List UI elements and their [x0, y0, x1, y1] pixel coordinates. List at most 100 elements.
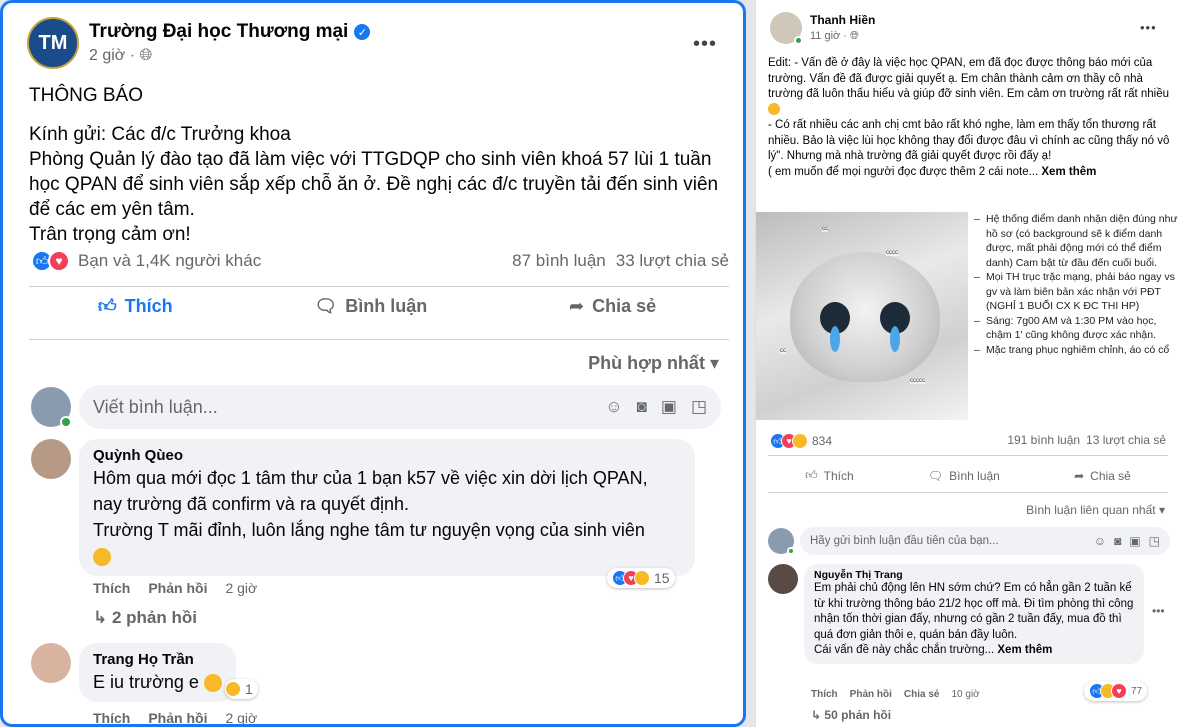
- user-avatar[interactable]: [31, 387, 72, 428]
- post-line-3: Trân trọng cảm ơn!: [29, 224, 191, 245]
- camera-icon[interactable]: ◙: [1114, 534, 1121, 548]
- comment-button[interactable]: 🗨︎ Bình luận: [314, 295, 427, 317]
- view-replies-button[interactable]: ↳ 2 phản hồi: [93, 608, 197, 628]
- comment-bubble: Quỳnh Qùeo Hôm qua mới đọc 1 tâm thư của…: [79, 439, 695, 576]
- post-time[interactable]: 11 giờ ·: [810, 30, 847, 42]
- share-button[interactable]: ➦ Chia sẻ: [1074, 468, 1131, 483]
- comment-text: Em phải chủ động lên HN sớm chứ? Em có h…: [814, 582, 1134, 641]
- commenter-avatar[interactable]: [768, 564, 798, 594]
- image-label: cc: [822, 226, 828, 232]
- divider: [29, 286, 729, 287]
- reaction-icons[interactable]: 👍︎ ♥: [770, 433, 808, 449]
- comment-item: Quỳnh Qùeo Hôm qua mới đọc 1 tâm thư của…: [31, 439, 695, 576]
- comment-text-line: nay trường đã confirm và ra quyết định.: [93, 494, 410, 514]
- commenter-avatar[interactable]: [31, 439, 71, 479]
- note-item: Mọi TH trục trặc mạng, phải báo ngay vs …: [970, 270, 1182, 314]
- gif-icon[interactable]: ▣: [1129, 534, 1140, 548]
- comments-count[interactable]: 87 bình luận: [512, 251, 606, 271]
- like-label: Thích: [124, 295, 173, 316]
- comment-actions: Thích Phản hồi Chia sẻ 10 giờ: [811, 689, 980, 700]
- comment-time[interactable]: 10 giờ: [951, 689, 979, 700]
- comment-reactions[interactable]: 1: [225, 679, 258, 699]
- sad-cat-image[interactable]: cccc cc cc ccccc: [756, 212, 968, 420]
- comment-author[interactable]: Quỳnh Qùeo: [93, 447, 681, 464]
- online-status-dot: [787, 547, 795, 555]
- reaction-icons[interactable]: 👍︎ ♥: [31, 250, 70, 272]
- haha-reaction-icon: [225, 681, 241, 697]
- page-avatar[interactable]: TM: [27, 17, 79, 69]
- like-button[interactable]: 👍︎ Thích: [98, 295, 173, 317]
- comment-reactions[interactable]: 👍︎ ♥ 77: [1084, 681, 1148, 701]
- comments-count[interactable]: 191 bình luận: [1007, 433, 1080, 449]
- shares-count[interactable]: 13 lượt chia sẻ: [1086, 433, 1166, 449]
- like-label: Thích: [823, 468, 854, 483]
- comment-sort-dropdown[interactable]: Bình luận liên quan nhất ▾: [1026, 503, 1165, 517]
- comment-like-link[interactable]: Thích: [93, 580, 130, 596]
- comment-author[interactable]: Trang Họ Trần: [93, 651, 222, 668]
- comment-bubble: Trang Họ Trần E iu trường e: [79, 643, 236, 702]
- commenter-avatar[interactable]: [31, 643, 71, 683]
- comment-sort-dropdown[interactable]: Phù hợp nhất ▾: [588, 353, 719, 374]
- comment-actions: Thích Phản hồi 2 giờ: [93, 580, 257, 596]
- cat-tear: [830, 326, 840, 352]
- sticker-icon[interactable]: ◳: [691, 397, 707, 417]
- comment-composer: Hãy gửi bình luận đầu tiên của bạn... ☺ …: [768, 527, 1170, 555]
- comment-reply-link[interactable]: Phản hồi: [148, 580, 207, 596]
- comment-like-link[interactable]: Thích: [93, 710, 130, 724]
- emoji-icon[interactable]: ☺: [1094, 534, 1106, 548]
- see-more-link[interactable]: Xem thêm: [997, 644, 1052, 656]
- comment-input[interactable]: Viết bình luận... ☺ ◙ ▣ ◳: [79, 385, 721, 429]
- author-name[interactable]: Thanh Hiền: [810, 13, 875, 27]
- camera-icon[interactable]: ◙: [637, 397, 647, 417]
- post-time: 2 giờ · 🌐︎: [89, 47, 370, 65]
- post-time-text[interactable]: 2 giờ ·: [89, 47, 135, 64]
- comment-time[interactable]: 2 giờ: [225, 710, 257, 724]
- share-button[interactable]: ➦ Chia sẻ: [569, 295, 656, 317]
- comment-bubble: Nguyễn Thị Trang Em phải chủ động lên HN…: [804, 564, 1144, 664]
- comment-reply-link[interactable]: Phản hồi: [850, 689, 892, 700]
- reactions-text[interactable]: Bạn và 1,4K người khác: [78, 251, 261, 271]
- reaction-count: 1: [245, 681, 253, 697]
- post-paragraph: - Có rất nhiều các anh chị cmt bảo rất k…: [768, 119, 1170, 162]
- author-avatar[interactable]: [770, 12, 803, 45]
- post-line-2: Phòng Quản lý đào tạo đã làm việc với TT…: [29, 149, 719, 220]
- sort-label: Bình luận liên quan nhất: [1026, 503, 1156, 517]
- reaction-count: 15: [654, 570, 670, 586]
- page-name[interactable]: Trường Đại học Thương mại: [89, 21, 348, 43]
- user-avatar[interactable]: [768, 528, 795, 555]
- post-body: THÔNG BÁO Kính gửi: Các đ/c Trưởng khoa …: [29, 83, 729, 247]
- comment-reactions[interactable]: 👍︎ ♥ 15: [607, 568, 675, 588]
- note-item: Sáng: 7g00 AM và 1:30 PM vào học, chậm 1…: [970, 314, 1182, 343]
- thumbs-up-icon: 👍︎: [805, 468, 818, 482]
- reaction-count[interactable]: 834: [812, 434, 832, 448]
- post-actions: 👍︎ Thích 🗨︎ Bình luận ➦ Chia sẻ: [768, 468, 1168, 483]
- comment-share-link[interactable]: Chia sẻ: [904, 689, 940, 700]
- comment-author[interactable]: Nguyễn Thị Trang: [814, 569, 1134, 581]
- comment-composer: Viết bình luận... ☺ ◙ ▣ ◳: [31, 385, 721, 429]
- replies-label: 2 phản hồi: [111, 608, 197, 627]
- comment-item: Nguyễn Thị Trang Em phải chủ động lên HN…: [768, 564, 1165, 664]
- comment-like-link[interactable]: Thích: [811, 689, 838, 700]
- sticker-icon[interactable]: ◳: [1149, 534, 1160, 548]
- comment-button[interactable]: 🗨︎ Bình luận: [928, 468, 1000, 483]
- more-options-button[interactable]: •••: [1140, 20, 1157, 35]
- replies-label: 50 phản hồi: [824, 708, 892, 722]
- image-label: ccccc: [910, 378, 925, 384]
- emoji-icon[interactable]: ☺: [605, 397, 622, 417]
- gif-icon[interactable]: ▣: [661, 397, 677, 417]
- shares-count[interactable]: 33 lượt chia sẻ: [616, 251, 729, 271]
- more-options-button[interactable]: •••: [1152, 604, 1165, 664]
- laughing-emoji-icon: [203, 674, 222, 693]
- comment-reply-link[interactable]: Phản hồi: [148, 710, 207, 724]
- share-label: Chia sẻ: [592, 295, 657, 316]
- note-item: Hệ thống điểm danh nhận diện đúng như hồ…: [970, 212, 1182, 270]
- view-replies-button[interactable]: ↳ 50 phản hồi: [811, 708, 891, 722]
- comment-input[interactable]: Hãy gửi bình luận đầu tiên của bạn... ☺ …: [800, 527, 1170, 555]
- globe-icon: 🌐︎: [139, 47, 153, 64]
- see-more-link[interactable]: Xem thêm: [1041, 166, 1096, 178]
- post-paragraph: Edit: - Vấn đề ở đây là việc học QPAN, e…: [768, 57, 1169, 100]
- comment-time[interactable]: 2 giờ: [225, 580, 257, 596]
- care-reaction-icon: [634, 570, 650, 586]
- like-button[interactable]: 👍︎ Thích: [805, 468, 854, 483]
- more-options-button[interactable]: •••: [693, 33, 717, 56]
